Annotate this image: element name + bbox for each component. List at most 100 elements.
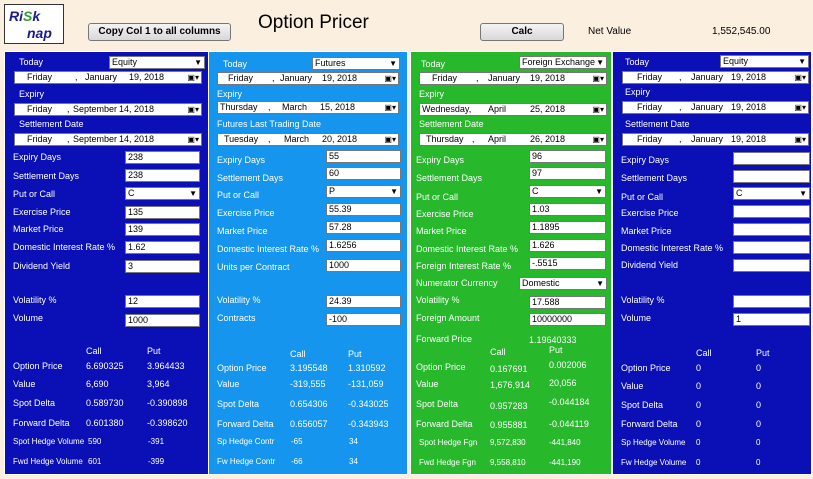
settlement-days-field[interactable] [733, 170, 810, 183]
settlement-days-field[interactable]: 97 [529, 167, 606, 180]
expiry-date-picker[interactable]: Friday, September 14, 2018 ▣▾ [14, 103, 202, 116]
exercise-price-field[interactable]: 55.39 [326, 203, 401, 216]
today-date-picker[interactable]: Friday, January 19, 2018 ▣▾ [419, 72, 607, 85]
option-price-label: Option Price [13, 361, 63, 371]
put-or-call-label: Put or Call [13, 189, 56, 199]
volume-field[interactable]: 1 [733, 313, 810, 326]
copy-col1-button[interactable]: Copy Col 1 to all columns [88, 23, 231, 41]
volatility-field[interactable]: 24.39 [326, 295, 401, 308]
units-per-contract-field[interactable]: 1000 [326, 259, 401, 272]
expiry-days-field[interactable]: 96 [529, 150, 606, 163]
settlement-days-field[interactable]: 60 [326, 167, 401, 180]
put-or-call-select[interactable]: C ▼ [125, 187, 200, 200]
calc-button[interactable]: Calc [480, 23, 564, 41]
settlement-date-picker[interactable]: Thursday, April 26, 2018 ▣▾ [419, 133, 607, 146]
option-price-label: Option Price [621, 363, 671, 373]
futures-last-date-picker[interactable]: Tuesday, March 20, 2018 ▣▾ [217, 133, 399, 146]
fwd-hedge-fgn-label: Fwd Hedge Fgn [419, 458, 476, 467]
expiry-days-label: Expiry Days [217, 155, 266, 165]
expiry-label: Expiry [625, 87, 651, 97]
put-or-call-select[interactable]: C ▼ [733, 187, 810, 200]
settlement-days-label: Settlement Days [416, 173, 483, 183]
instrument-type-select[interactable]: Equity ▼ [109, 56, 205, 69]
volume-field[interactable]: 1000 [125, 314, 200, 327]
settlement-days-label: Settlement Days [621, 173, 688, 183]
settlement-days-field[interactable]: 238 [125, 169, 200, 182]
today-date-picker[interactable]: Friday, January 19, 2018 ▣▾ [217, 72, 399, 85]
domestic-rate-label: Domestic Interest Rate % [217, 244, 320, 254]
domestic-rate-field[interactable]: 1.62 [125, 241, 200, 254]
exercise-price-label: Exercise Price [416, 209, 474, 219]
put-or-call-select[interactable]: P ▼ [326, 185, 401, 198]
fw-hedge-contr-label: Fw Hedge Contr [217, 457, 276, 466]
volatility-field[interactable] [733, 295, 810, 308]
settlement-days-label: Settlement Days [13, 171, 80, 181]
fw-hedge-call: 0 [696, 458, 701, 467]
fw-hedge-call: -66 [291, 457, 303, 466]
market-price-field[interactable] [733, 223, 810, 236]
settlement-date-picker[interactable]: Friday, January 19, 2018 ▣▾ [622, 133, 809, 146]
today-label: Today [421, 59, 446, 69]
chevron-down-icon: ▼ [389, 59, 397, 68]
instrument-type-select[interactable]: Futures ▼ [312, 57, 400, 70]
contracts-field[interactable]: -100 [326, 313, 401, 326]
today-date-picker[interactable]: Friday, January 19, 2018 ▣▾ [14, 71, 202, 84]
sp-hedge-call: 0 [696, 438, 701, 447]
forward-delta-label: Forward Delta [416, 419, 473, 429]
foreign-rate-field[interactable]: -.5515 [529, 257, 606, 270]
sp-hedge-contr-label: Sp Hedge Contr [217, 437, 275, 446]
domestic-rate-field[interactable]: 1.626 [529, 239, 606, 252]
spot-hedge-call: 590 [88, 437, 102, 446]
domestic-rate-field[interactable] [733, 241, 810, 254]
dividend-yield-field[interactable]: 3 [125, 260, 200, 273]
volatility-field[interactable]: 17.588 [529, 296, 606, 309]
foreign-amount-label: Foreign Amount [416, 313, 480, 323]
settlement-date-picker[interactable]: Friday, September 14, 2018 ▣▾ [14, 133, 202, 146]
volatility-field[interactable]: 12 [125, 295, 200, 308]
today-date-picker[interactable]: Friday, January 19, 2018 ▣▾ [622, 71, 809, 84]
call-header: Call [696, 348, 712, 358]
exercise-price-field[interactable]: 1.03 [529, 203, 606, 216]
dividend-yield-field[interactable] [733, 259, 810, 272]
column-3-panel: Today Foreign Exchange ▼ Friday, January 19… [410, 51, 612, 475]
option-price-call: 0 [696, 363, 702, 373]
expiry-label: Expiry [217, 89, 243, 99]
option-price-call: 6.690325 [86, 361, 124, 371]
market-price-field[interactable]: 1.1895 [529, 221, 606, 234]
expiry-days-field[interactable] [733, 152, 810, 165]
spot-hedge-put: -391 [148, 437, 165, 446]
expiry-days-field[interactable]: 55 [326, 150, 401, 163]
foreign-amount-field[interactable]: 10000000 [529, 313, 606, 326]
spot-hedge-volume-label: Spot Hedge Volume [13, 437, 85, 446]
expiry-date-picker[interactable]: Wednesday, April 25, 2018 ▣▾ [419, 103, 607, 116]
value-call: 0 [696, 381, 702, 391]
expiry-date-picker[interactable]: Friday, January 19, 2018 ▣▾ [622, 101, 809, 114]
domestic-rate-label: Domestic Interest Rate % [621, 243, 724, 253]
value-label: Value [621, 381, 644, 391]
exercise-price-field[interactable] [733, 205, 810, 218]
value-put: 20,056 [549, 378, 577, 388]
expiry-date-picker[interactable]: Thursday, March 15, 2018 ▣▾ [217, 101, 399, 114]
exercise-price-label: Exercise Price [621, 208, 679, 218]
risksnap-logo: RiSk nap [4, 4, 64, 44]
value-put: 3,964 [147, 379, 170, 389]
settlement-date-label: Settlement Date [625, 119, 690, 129]
domestic-rate-field[interactable]: 1.6256 [326, 239, 401, 252]
instrument-type-select[interactable]: Foreign Exchange ▼ [519, 56, 607, 69]
fwd-hedge-put: -399 [148, 457, 165, 466]
calendar-icon: ▣▾ [794, 73, 806, 82]
calendar-icon: ▣▾ [592, 105, 604, 114]
put-or-call-select[interactable]: C ▼ [529, 185, 606, 198]
market-price-field[interactable]: 57.28 [326, 221, 401, 234]
today-label: Today [625, 57, 650, 67]
exercise-price-field[interactable]: 135 [125, 206, 200, 219]
chevron-down-icon: ▼ [798, 57, 806, 66]
expiry-days-field[interactable]: 238 [125, 151, 200, 164]
instrument-type-select[interactable]: Equity ▼ [720, 55, 809, 68]
market-price-field[interactable]: 139 [125, 223, 200, 236]
units-per-contract-label: Units per Contract [217, 262, 290, 272]
exercise-price-label: Exercise Price [13, 207, 71, 217]
fwd-hedge-volume-label: Fwd Hedge Volume [13, 457, 83, 466]
spot-hedge-put: -441,840 [549, 438, 581, 447]
numerator-currency-select[interactable]: Domestic ▼ [519, 277, 607, 290]
